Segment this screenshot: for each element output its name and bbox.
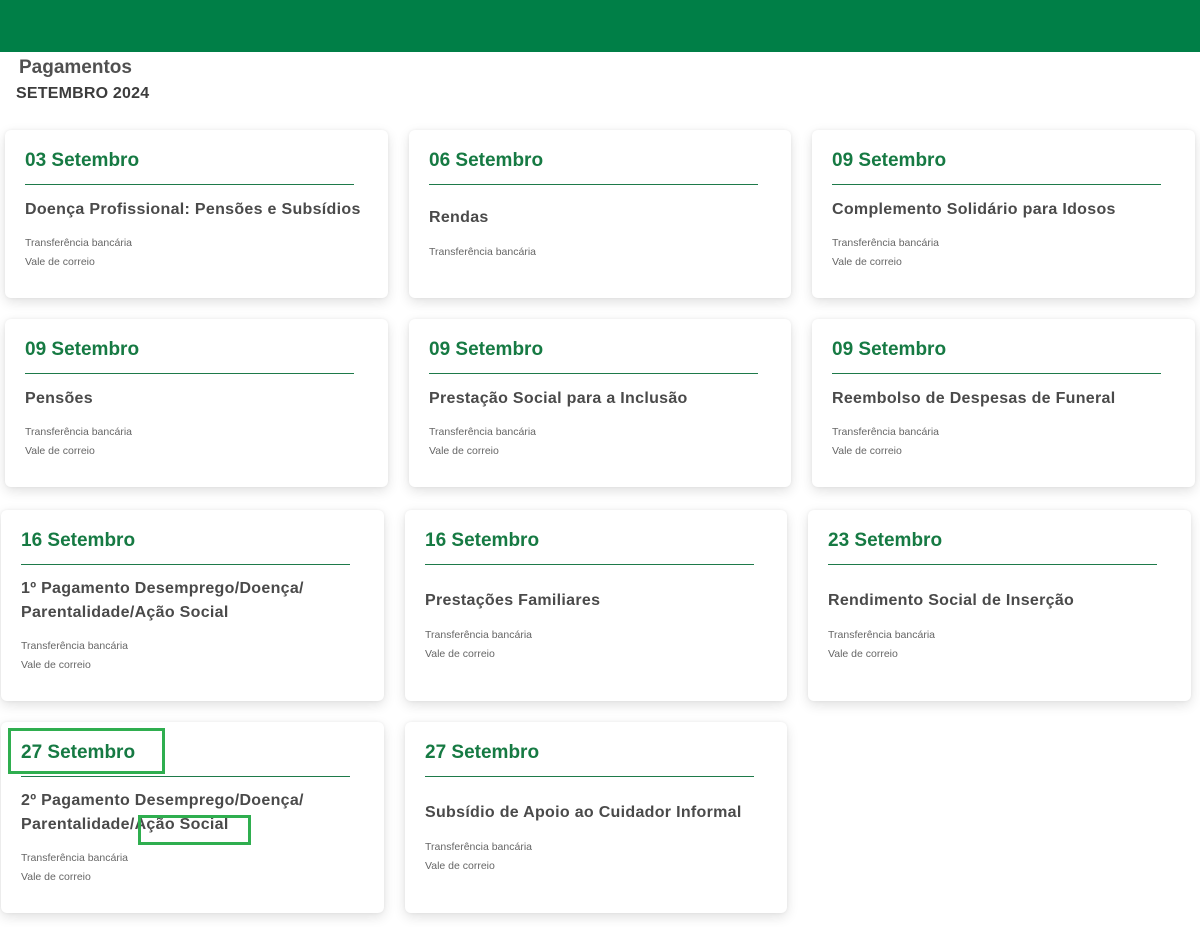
payment-methods: Transferência bancária Vale de correio xyxy=(25,234,355,272)
payment-card: 09 Setembro Complemento Solidário para I… xyxy=(812,130,1195,298)
payment-card: 09 Setembro Reembolso de Despesas de Fun… xyxy=(812,319,1195,487)
payment-date: 23 Setembro xyxy=(828,530,943,551)
payment-method: Transferência bancária xyxy=(425,841,532,853)
payment-method: Transferência bancária xyxy=(21,852,128,864)
payment-method: Vale de correio xyxy=(25,445,95,457)
payment-date: 09 Setembro xyxy=(832,150,947,171)
payment-date: 03 Setembro xyxy=(25,150,140,171)
payment-name: Reembolso de Despesas de Funeral xyxy=(832,390,1116,407)
payment-card: 09 Setembro Prestação Social para a Incl… xyxy=(409,319,791,487)
payment-name: Complemento Solidário para Idosos xyxy=(832,201,1116,218)
payment-method: Vale de correio xyxy=(828,648,898,660)
payment-card: 27 Setembro Subsídio de Apoio ao Cuidado… xyxy=(405,722,787,913)
payment-method: Transferência bancária xyxy=(425,629,532,641)
payment-card: 03 Setembro Doença Profissional: Pensões… xyxy=(5,130,388,298)
payment-date: 09 Setembro xyxy=(429,339,544,360)
payment-name: Rendas xyxy=(429,209,489,226)
payment-card: 16 Setembro 1º Pagamento Desemprego/Doen… xyxy=(1,510,384,701)
payment-methods: Transferência bancária Vale de correio xyxy=(832,234,1162,272)
payment-method: Transferência bancária xyxy=(429,246,536,258)
payment-method: Vale de correio xyxy=(425,860,495,872)
highlight-box-date xyxy=(8,728,165,774)
card-divider xyxy=(425,776,754,777)
payment-methods: Transferência bancária Vale de correio xyxy=(25,423,355,461)
payment-methods: Transferência bancária Vale de correio xyxy=(21,637,351,675)
payment-methods: Transferência bancária Vale de correio xyxy=(425,626,755,664)
payment-method: Transferência bancária xyxy=(429,426,536,438)
payment-card: 09 Setembro Pensões Transferência bancár… xyxy=(5,319,388,487)
payment-card: 06 Setembro Rendas Transferência bancári… xyxy=(409,130,791,298)
card-divider xyxy=(429,184,758,185)
card-divider xyxy=(429,373,758,374)
card-divider xyxy=(21,776,350,777)
card-divider xyxy=(832,373,1161,374)
payment-card: 16 Setembro Prestações Familiares Transf… xyxy=(405,510,787,701)
payment-date: 16 Setembro xyxy=(21,530,136,551)
payment-name: Subsídio de Apoio ao Cuidador Informal xyxy=(425,804,742,821)
payment-methods: Transferência bancária Vale de correio xyxy=(21,849,351,887)
payment-date: 06 Setembro xyxy=(429,150,544,171)
payment-method: Transferência bancária xyxy=(828,629,935,641)
card-divider xyxy=(21,564,350,565)
payment-name: Prestações Familiares xyxy=(425,592,601,609)
payment-date: 27 Setembro xyxy=(425,742,540,763)
payment-method: Transferência bancária xyxy=(832,426,939,438)
card-divider xyxy=(425,564,754,565)
payment-name: Prestação Social para a Inclusão xyxy=(429,390,688,407)
payment-method: Vale de correio xyxy=(425,648,495,660)
payment-date: 09 Setembro xyxy=(25,339,140,360)
payment-name: Doença Profissional: Pensões e Subsídios xyxy=(25,201,361,218)
card-divider xyxy=(832,184,1161,185)
page-subtitle: SETEMBRO 2024 xyxy=(16,85,150,102)
card-divider xyxy=(25,373,354,374)
payment-method: Vale de correio xyxy=(832,445,902,457)
payment-method: Vale de correio xyxy=(25,256,95,268)
payment-methods: Transferência bancária Vale de correio xyxy=(425,838,755,876)
payment-methods: Transferência bancária Vale de correio xyxy=(828,626,1158,664)
payment-method: Vale de correio xyxy=(21,659,91,671)
card-divider xyxy=(25,184,354,185)
payment-date: 16 Setembro xyxy=(425,530,540,551)
payment-methods: Transferência bancária xyxy=(429,243,759,262)
payment-method: Transferência bancária xyxy=(25,426,132,438)
highlight-box-acao-social xyxy=(138,815,251,845)
page-title: Pagamentos xyxy=(19,57,132,78)
payment-method: Vale de correio xyxy=(832,256,902,268)
payment-method: Vale de correio xyxy=(429,445,499,457)
payment-method: Transferência bancária xyxy=(832,237,939,249)
payment-methods: Transferência bancária Vale de correio xyxy=(429,423,759,461)
payment-method: Transferência bancária xyxy=(25,237,132,249)
payment-method: Transferência bancária xyxy=(21,640,128,652)
payment-card: 23 Setembro Rendimento Social de Inserçã… xyxy=(808,510,1191,701)
card-divider xyxy=(828,564,1157,565)
payment-name: 1º Pagamento Desemprego/Doença/ Parental… xyxy=(21,580,304,621)
payment-methods: Transferência bancária Vale de correio xyxy=(832,423,1162,461)
payment-name: Pensões xyxy=(25,390,93,407)
payment-name: Rendimento Social de Inserção xyxy=(828,592,1075,609)
payment-method: Vale de correio xyxy=(21,871,91,883)
top-bar xyxy=(0,0,1200,52)
payment-date: 09 Setembro xyxy=(832,339,947,360)
